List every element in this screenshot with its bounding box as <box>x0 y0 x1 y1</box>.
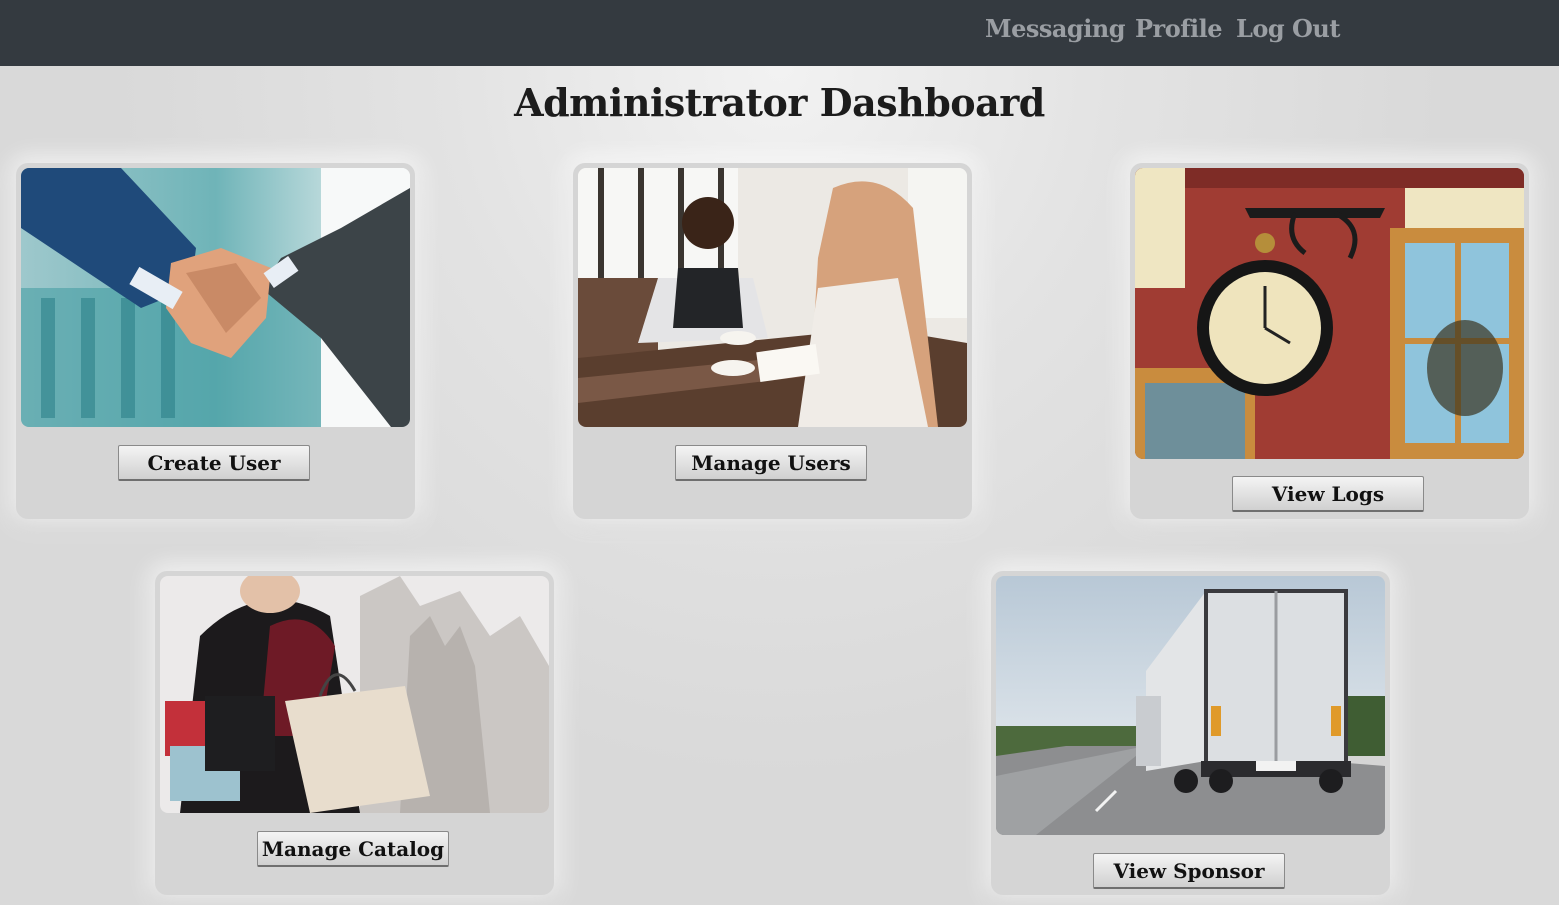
dashboard-main: Administrator Dashboard Create User Mana… <box>0 66 1559 905</box>
nav-messaging-link[interactable]: Messaging <box>985 14 1126 43</box>
page-title: Administrator Dashboard <box>514 80 1045 125</box>
top-navbar: Messaging Profile Log Out <box>0 0 1559 66</box>
view-logs-card: View Logs <box>1130 163 1529 519</box>
view-sponsor-card: View Sponsor <box>991 571 1390 895</box>
nav-profile-link[interactable]: Profile <box>1135 14 1223 43</box>
manage-users-card: Manage Users <box>573 163 972 519</box>
manage-users-button[interactable]: Manage Users <box>675 445 867 481</box>
create-user-button[interactable]: Create User <box>118 445 310 481</box>
view-sponsor-button[interactable]: View Sponsor <box>1093 853 1285 889</box>
truck-image <box>996 576 1385 835</box>
manage-catalog-button[interactable]: Manage Catalog <box>257 831 449 867</box>
clock-image <box>1135 168 1524 459</box>
handshake-image <box>21 168 410 427</box>
shopping-image <box>160 576 549 813</box>
create-user-card: Create User <box>16 163 415 519</box>
manage-catalog-card: Manage Catalog <box>155 571 554 895</box>
meeting-image <box>578 168 967 427</box>
view-logs-button[interactable]: View Logs <box>1232 476 1424 512</box>
nav-logout-link[interactable]: Log Out <box>1236 14 1340 43</box>
